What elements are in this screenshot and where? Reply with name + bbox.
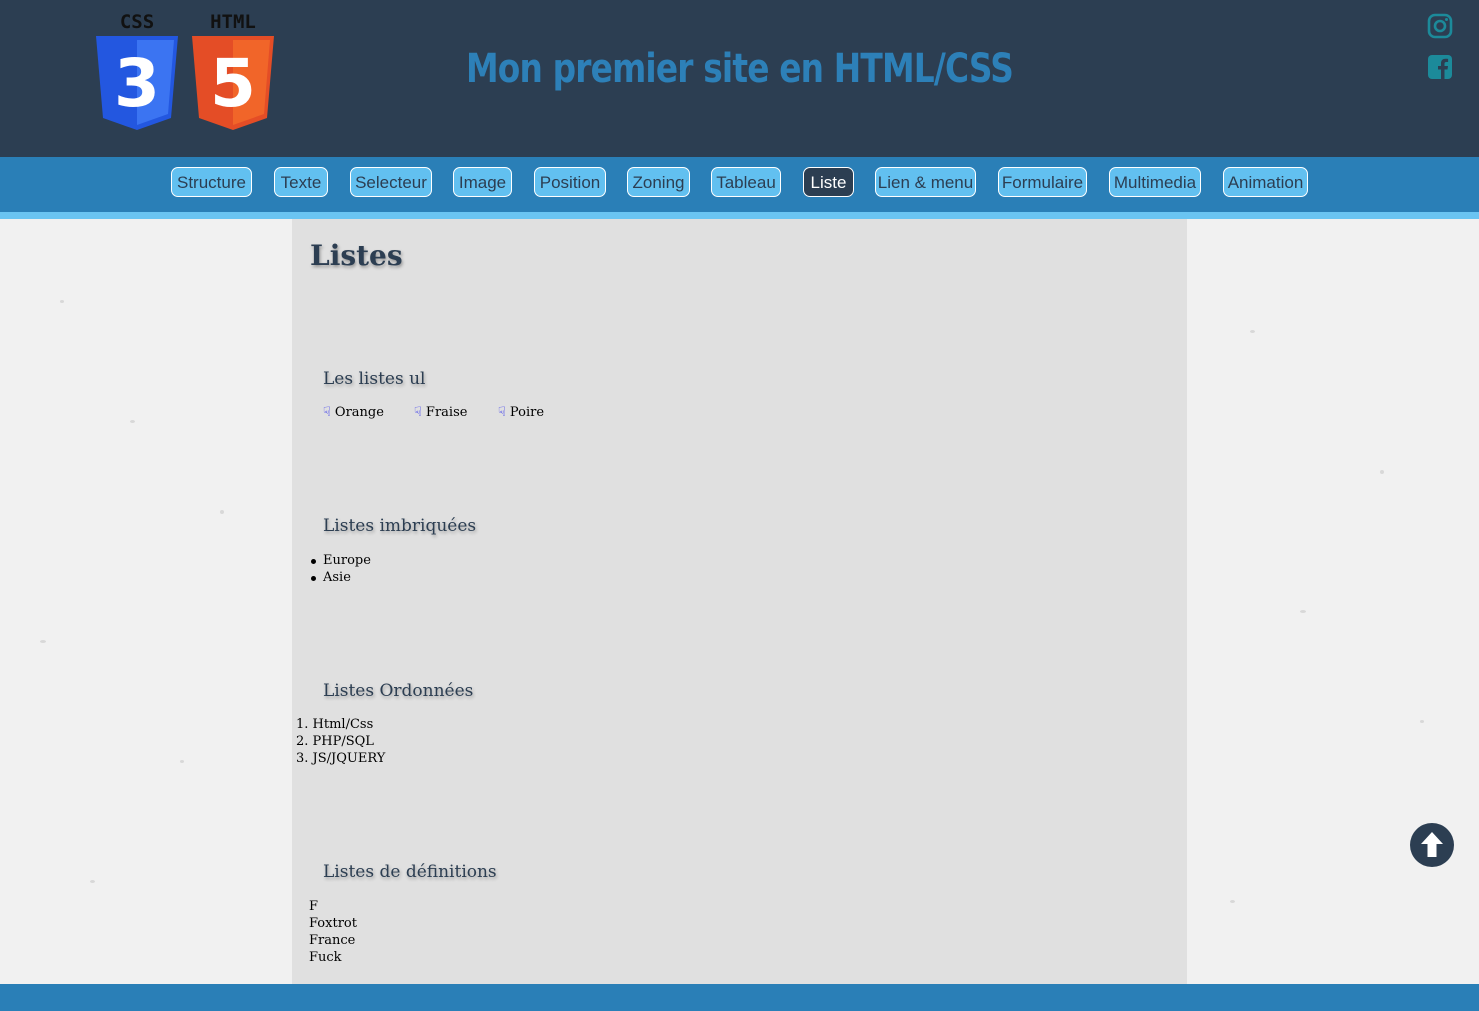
nav-item-image[interactable]: Image — [453, 167, 512, 197]
section-title-ul: Les listes ul — [323, 369, 426, 389]
site-header: CSS 3 HTML 5 Mon premier site en HTML/CS… — [0, 0, 1479, 157]
section-title-ordered: Listes Ordonnées — [323, 681, 474, 701]
list-item: ☟ Orange — [323, 405, 384, 420]
definition-item: Foxtrot — [309, 916, 357, 931]
main-navigation: Structure Texte Selecteur Image Position… — [0, 157, 1479, 212]
nav-item-selecteur[interactable]: Selecteur — [350, 167, 432, 197]
nav-item-texte[interactable]: Texte — [274, 167, 328, 197]
list-item: Asie — [311, 570, 351, 585]
nav-item-tableau[interactable]: Tableau — [711, 167, 781, 197]
css-logo-label: CSS — [120, 11, 154, 33]
main-content: Listes Les listes ul ☟ Orange ☟ Fraise ☟ Po… — [292, 219, 1187, 984]
section-title-nested: Listes imbriquées — [323, 516, 477, 536]
list-item: Europe — [311, 553, 371, 568]
list-item: 1. Html/Css — [296, 717, 374, 732]
page-title: Listes — [310, 239, 403, 272]
list-item: ☟ Poire — [498, 405, 545, 420]
definition-item: Fuck — [309, 950, 342, 965]
definition-item: F — [309, 899, 319, 914]
list-item: ☟ Fraise — [414, 405, 468, 420]
list-item: 3. JS/JQUERY — [296, 751, 386, 766]
nav-item-multimedia[interactable]: Multimedia — [1109, 167, 1201, 197]
back-to-top-button[interactable] — [1410, 823, 1454, 867]
nav-item-animation[interactable]: Animation — [1223, 167, 1308, 197]
nav-item-formulaire[interactable]: Formulaire — [998, 167, 1087, 197]
nav-item-liste[interactable]: Liste — [803, 167, 854, 197]
site-title: Mon premier site en HTML/CSS — [465, 46, 1014, 92]
arrow-up-circle-icon — [1421, 832, 1443, 857]
nav-item-lien-menu[interactable]: Lien & menu — [875, 167, 976, 197]
hand-icon: ☟ — [323, 405, 331, 420]
site-footer — [0, 984, 1479, 1011]
nav-item-structure[interactable]: Structure — [171, 167, 252, 197]
nav-item-zoning[interactable]: Zoning — [627, 167, 690, 197]
nav-divider — [0, 212, 1479, 219]
definition-item: France — [309, 933, 356, 948]
html-logo-label: HTML — [210, 11, 256, 33]
hand-icon: ☟ — [498, 405, 506, 420]
instagram-icon[interactable] — [1427, 13, 1453, 43]
facebook-icon[interactable] — [1427, 54, 1453, 84]
list-item: 2. PHP/SQL — [296, 734, 374, 749]
section-title-definitions: Listes de définitions — [323, 862, 497, 882]
nav-item-position[interactable]: Position — [534, 167, 606, 197]
hand-icon: ☟ — [414, 405, 422, 420]
